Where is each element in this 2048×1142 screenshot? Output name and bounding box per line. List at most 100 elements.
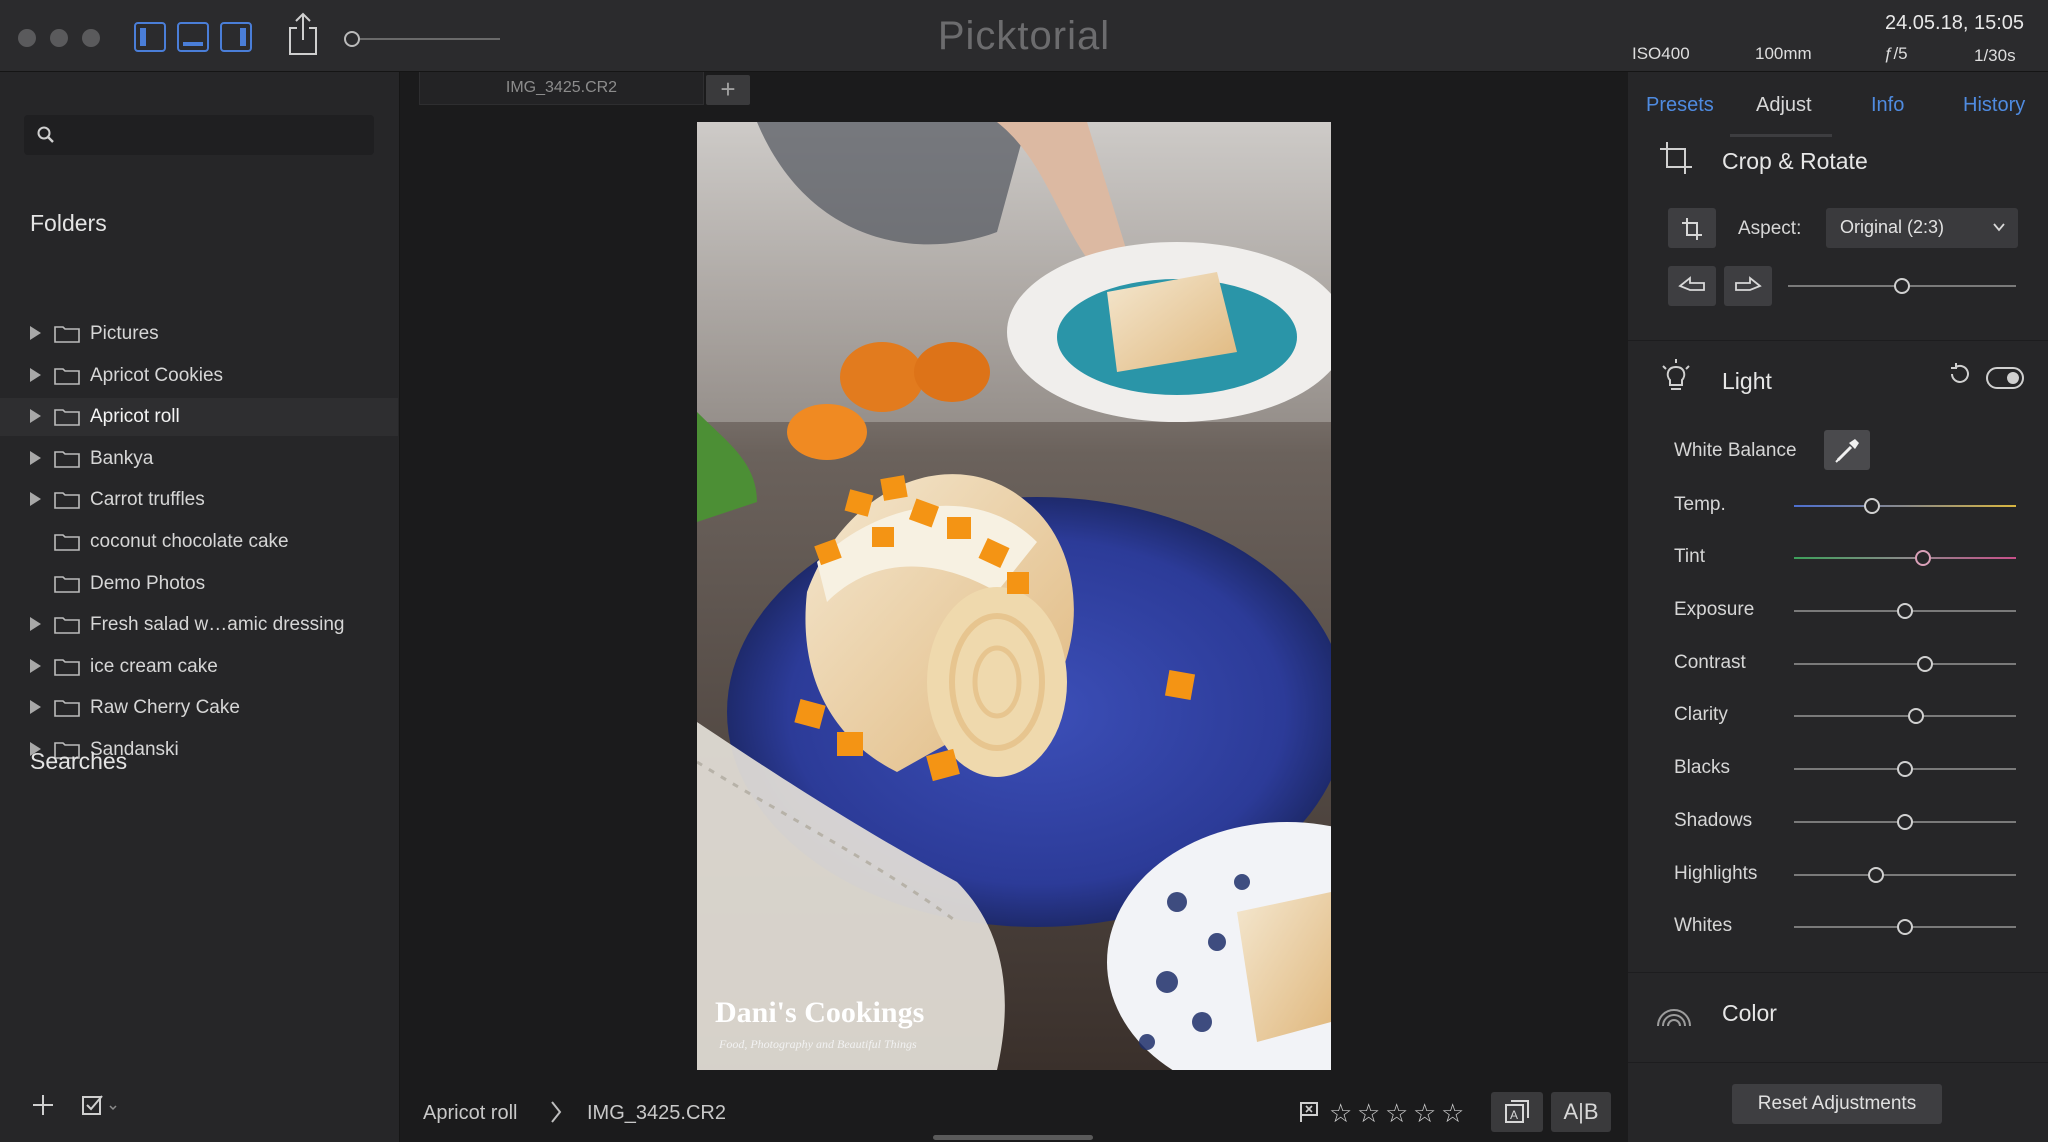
slider-track[interactable] xyxy=(1794,761,2016,777)
reset-adjustments-button[interactable]: Reset Adjustments xyxy=(1732,1084,1942,1124)
slider-track[interactable] xyxy=(1794,919,2016,935)
rating-star-icon[interactable]: ☆ xyxy=(1329,1098,1352,1129)
folder-icon xyxy=(54,534,80,551)
slider-track[interactable] xyxy=(1794,603,2016,619)
split-view-button[interactable]: A|B xyxy=(1551,1092,1611,1132)
slider-row-whites: Whites xyxy=(1628,907,2048,947)
disclosure-triangle-icon[interactable] xyxy=(30,450,41,465)
slider-track[interactable] xyxy=(1794,550,2016,566)
select-menu-icon[interactable] xyxy=(80,1092,122,1118)
active-tab-indicator xyxy=(1730,134,1832,137)
disclosure-triangle-icon[interactable] xyxy=(30,492,41,507)
slider-knob[interactable] xyxy=(1916,656,1933,672)
color-heading[interactable]: Color xyxy=(1722,1000,1777,1027)
straighten-slider[interactable] xyxy=(1788,278,2016,294)
disclosure-triangle-icon[interactable] xyxy=(30,409,41,424)
tab-history[interactable]: History xyxy=(1963,94,2025,117)
capture-datetime: 24.05.18, 15:05 xyxy=(1884,12,2024,34)
slider-label: Exposure xyxy=(1674,599,1755,620)
crop-icon xyxy=(1660,142,1692,174)
slider-row-blacks: Blacks xyxy=(1628,749,2048,789)
library-sidebar: Folders Pictures Apricot Cookies Apricot r… xyxy=(0,72,400,1142)
folder-icon xyxy=(54,450,80,468)
straighten-knob[interactable] xyxy=(1894,278,1910,294)
rating-star-icon[interactable]: ☆ xyxy=(1357,1098,1380,1129)
tab-info[interactable]: Info xyxy=(1871,94,1904,117)
before-after-icon: A xyxy=(1505,1100,1529,1123)
slider-track[interactable] xyxy=(1794,814,2016,830)
folder-item[interactable]: coconut chocolate cake xyxy=(0,523,398,561)
light-heading[interactable]: Light xyxy=(1722,368,1772,395)
slider-track[interactable] xyxy=(1794,498,2016,514)
straighten-slider-row xyxy=(1628,266,2048,306)
compare-original-button[interactable]: A xyxy=(1491,1092,1543,1132)
section-divider xyxy=(1628,340,2048,341)
new-tab-button[interactable]: + xyxy=(706,75,750,105)
eyedropper-icon xyxy=(1835,439,1859,463)
slider-label: Temp. xyxy=(1674,494,1726,515)
reset-light-icon[interactable] xyxy=(1946,362,1972,388)
viewer-status-bar: Apricot roll IMG_3425.CR2 ☆ ☆ ☆ ☆ ☆ A A|B xyxy=(401,1082,1627,1142)
rating-star-icon[interactable]: ☆ xyxy=(1413,1098,1436,1129)
folder-item[interactable]: Fresh salad w…amic dressing xyxy=(0,606,398,644)
slider-knob[interactable] xyxy=(1897,603,1913,619)
folder-item[interactable]: Raw Cherry Cake xyxy=(0,689,398,727)
tab-presets[interactable]: Presets xyxy=(1646,94,1714,117)
slider-knob[interactable] xyxy=(1897,761,1913,777)
crop-rotate-heading[interactable]: Crop & Rotate xyxy=(1722,148,1868,175)
toggle-knob xyxy=(2007,372,2019,384)
folder-icon xyxy=(54,575,80,593)
crop-tool-icon xyxy=(1682,218,1702,240)
disclosure-triangle-icon[interactable] xyxy=(30,367,41,382)
rating-star-icon[interactable]: ☆ xyxy=(1385,1098,1408,1129)
disclosure-triangle-icon[interactable] xyxy=(30,658,41,673)
filmstrip-scroll-handle[interactable] xyxy=(933,1135,1093,1140)
slider-knob[interactable] xyxy=(1868,867,1885,883)
aperture-readout: ƒ/5 xyxy=(1884,44,1908,63)
tab-img-3425[interactable]: IMG_3425.CR2 xyxy=(419,72,704,105)
folder-item[interactable]: Carrot truffles xyxy=(0,481,398,519)
reject-flag-icon[interactable] xyxy=(1297,1100,1321,1124)
slider-knob[interactable] xyxy=(1897,814,1913,830)
light-bulb-icon xyxy=(1662,359,1690,390)
slider-knob[interactable] xyxy=(1863,498,1880,514)
white-balance-picker-button[interactable] xyxy=(1824,430,1870,470)
section-divider xyxy=(1628,1062,2048,1063)
section-divider xyxy=(1628,972,2048,973)
slider-knob[interactable] xyxy=(1914,550,1931,566)
slider-track[interactable] xyxy=(1794,708,2016,724)
folder-label: Fresh salad w…amic dressing xyxy=(90,614,345,636)
folder-label: Apricot roll xyxy=(90,406,180,428)
folder-item[interactable]: Demo Photos xyxy=(0,565,398,603)
slider-track[interactable] xyxy=(1794,867,2016,883)
disclosure-triangle-icon[interactable] xyxy=(30,700,41,715)
folder-icon xyxy=(54,326,80,343)
folder-item[interactable]: Apricot roll xyxy=(0,398,398,437)
photo-image xyxy=(697,122,1331,1070)
slider-row-exposure: Exposure xyxy=(1628,591,2048,631)
folder-icon xyxy=(54,492,80,510)
aspect-dropdown[interactable]: Original (2:3) xyxy=(1826,208,2018,248)
slider-knob[interactable] xyxy=(1908,708,1925,724)
light-enable-toggle[interactable] xyxy=(1986,367,2024,389)
photo-viewer: IMG_3425.CR2 + Dani's Cookings Food, Pho… xyxy=(401,72,1627,1142)
folder-item[interactable]: Apricot Cookies xyxy=(0,357,398,395)
crop-tool-button[interactable] xyxy=(1668,208,1716,248)
photo-preview[interactable]: Dani's Cookings Food, Photography and Be… xyxy=(697,122,1331,1070)
watermark-title: Dani's Cookings xyxy=(715,996,925,1029)
folder-item[interactable]: Pictures xyxy=(0,315,398,353)
folder-item[interactable]: Bankya xyxy=(0,440,398,478)
disclosure-triangle-icon[interactable] xyxy=(30,617,41,632)
rating-star-icon[interactable]: ☆ xyxy=(1441,1098,1464,1129)
folder-item[interactable]: ice cream cake xyxy=(0,648,398,686)
iso-readout: ISO400 xyxy=(1632,44,1690,63)
searches-heading: Searches xyxy=(30,748,128,774)
breadcrumb-folder[interactable]: Apricot roll xyxy=(423,1102,517,1125)
folder-icon xyxy=(54,658,80,676)
search-input[interactable] xyxy=(24,115,374,155)
slider-track[interactable] xyxy=(1794,656,2016,672)
disclosure-triangle-icon[interactable] xyxy=(30,326,41,340)
tab-adjust[interactable]: Adjust xyxy=(1756,94,1812,117)
slider-knob[interactable] xyxy=(1897,919,1913,935)
add-folder-icon[interactable] xyxy=(30,1092,56,1118)
